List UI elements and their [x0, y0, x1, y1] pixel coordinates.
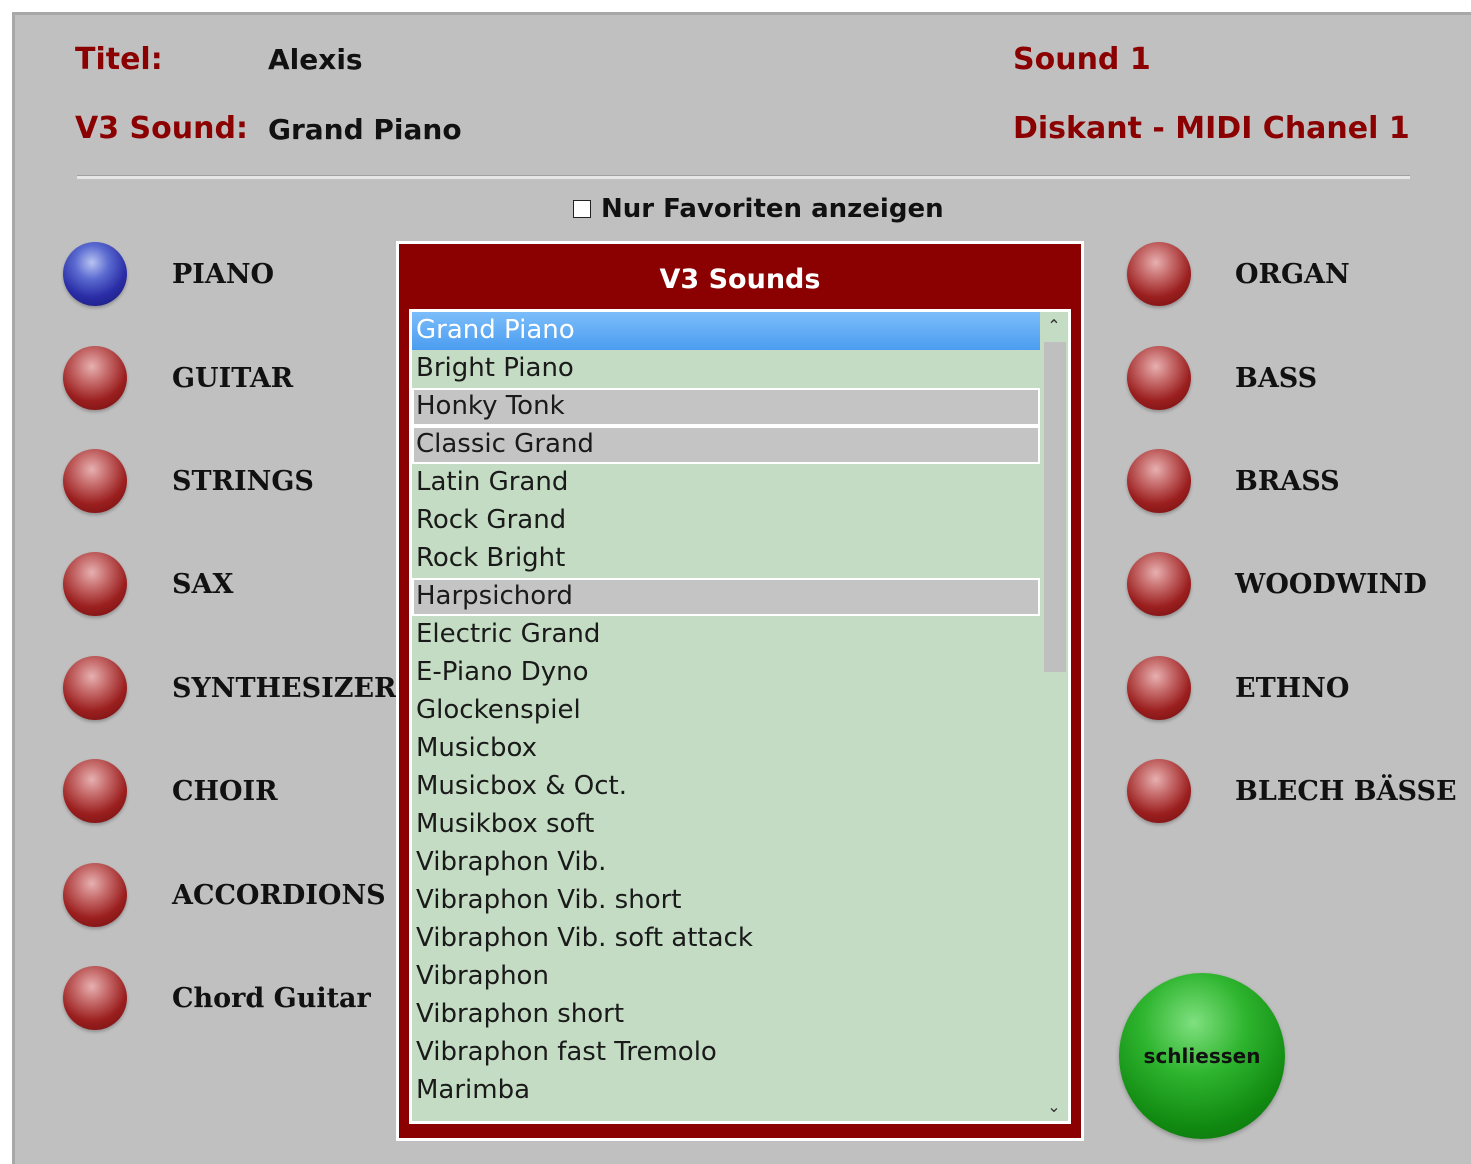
- favorites-filter[interactable]: Nur Favoriten anzeigen: [573, 193, 944, 225]
- category-bass[interactable]: BASS: [1127, 343, 1317, 413]
- list-item[interactable]: Musikbox soft: [412, 806, 1040, 844]
- category-label: CHOIR: [172, 775, 278, 807]
- list-item[interactable]: Electric Grand: [412, 616, 1040, 654]
- list-item[interactable]: Marimba: [412, 1072, 1040, 1110]
- category-piano[interactable]: PIANO: [63, 239, 274, 309]
- category-label: BASS: [1235, 362, 1318, 394]
- v3-sound-label: V3 Sound:: [75, 111, 248, 146]
- category-indicator-icon[interactable]: [63, 449, 127, 513]
- header-divider: [77, 175, 1410, 179]
- category-label: WOODWIND: [1235, 568, 1427, 600]
- list-item[interactable]: E-Piano Dyno: [412, 654, 1040, 692]
- list-item[interactable]: Latin Grand: [412, 464, 1040, 502]
- category-strings[interactable]: STRINGS: [63, 446, 314, 516]
- category-indicator-icon[interactable]: [63, 863, 127, 927]
- category-indicator-icon[interactable]: [1127, 449, 1191, 513]
- category-sax[interactable]: SAX: [63, 549, 233, 619]
- favorites-checkbox[interactable]: [573, 200, 591, 218]
- category-chord-guitar[interactable]: Chord Guitar: [63, 963, 371, 1033]
- category-label: GUITAR: [172, 362, 294, 394]
- category-indicator-icon[interactable]: [63, 656, 127, 720]
- v3-sounds-title: V3 Sounds: [659, 264, 821, 295]
- category-indicator-icon[interactable]: [1127, 656, 1191, 720]
- category-woodwind[interactable]: WOODWIND: [1127, 549, 1427, 619]
- scroll-up-icon[interactable]: ⌃: [1040, 312, 1068, 340]
- category-label: ORGAN: [1235, 258, 1350, 290]
- category-label: ETHNO: [1235, 672, 1350, 704]
- category-indicator-icon[interactable]: [1127, 242, 1191, 306]
- category-accordions[interactable]: ACCORDIONS: [63, 860, 386, 930]
- sound-list-rows: Grand Piano Bright Piano Honky Tonk Clas…: [412, 312, 1040, 1110]
- category-indicator-icon[interactable]: [63, 242, 127, 306]
- list-item[interactable]: Glockenspiel: [412, 692, 1040, 730]
- favorites-label: Nur Favoriten anzeigen: [601, 194, 944, 224]
- title-value: Alexis: [268, 43, 363, 76]
- list-item[interactable]: Bright Piano: [412, 350, 1040, 388]
- midi-channel-label: Diskant - MIDI Chanel 1: [1013, 111, 1410, 146]
- v3-sound-value: Grand Piano: [268, 113, 462, 146]
- list-item[interactable]: Vibraphon Vib.: [412, 844, 1040, 882]
- category-label: BRASS: [1235, 465, 1340, 497]
- category-label: Chord Guitar: [172, 982, 371, 1014]
- list-item[interactable]: Musicbox: [412, 730, 1040, 768]
- sound-slot-label: Sound 1: [1013, 42, 1151, 77]
- category-choir[interactable]: CHOIR: [63, 756, 278, 826]
- sound-selector-window: Titel: Alexis V3 Sound: Grand Piano Soun…: [12, 12, 1471, 1164]
- category-label: STRINGS: [172, 465, 314, 497]
- category-synthesizer[interactable]: SYNTHESIZER: [63, 653, 397, 723]
- title-label: Titel:: [75, 42, 163, 77]
- category-label: SYNTHESIZER: [172, 672, 397, 704]
- list-item[interactable]: Harpsichord: [412, 578, 1040, 616]
- category-indicator-icon[interactable]: [63, 346, 127, 410]
- category-label: PIANO: [172, 258, 275, 290]
- list-item[interactable]: Vibraphon short: [412, 996, 1040, 1034]
- list-item[interactable]: Vibraphon: [412, 958, 1040, 996]
- list-scrollbar[interactable]: ⌃ ⌄: [1040, 312, 1068, 1121]
- list-item[interactable]: Rock Grand: [412, 502, 1040, 540]
- category-label: SAX: [172, 568, 234, 600]
- scroll-down-icon[interactable]: ⌄: [1040, 1093, 1068, 1121]
- scroll-thumb[interactable]: [1044, 342, 1066, 672]
- list-item[interactable]: Vibraphon fast Tremolo: [412, 1034, 1040, 1072]
- list-item[interactable]: Vibraphon Vib. soft attack: [412, 920, 1040, 958]
- close-button-label: schliessen: [1143, 1044, 1261, 1068]
- list-item[interactable]: Classic Grand: [412, 426, 1040, 464]
- category-indicator-icon[interactable]: [1127, 759, 1191, 823]
- category-indicator-icon[interactable]: [63, 966, 127, 1030]
- category-indicator-icon[interactable]: [63, 759, 127, 823]
- category-label: ACCORDIONS: [172, 879, 386, 911]
- sound-listbox[interactable]: Grand Piano Bright Piano Honky Tonk Clas…: [409, 309, 1071, 1124]
- category-brass[interactable]: BRASS: [1127, 446, 1340, 516]
- category-guitar[interactable]: GUITAR: [63, 343, 293, 413]
- list-item[interactable]: Vibraphon Vib. short: [412, 882, 1040, 920]
- list-item[interactable]: Honky Tonk: [412, 388, 1040, 426]
- list-item[interactable]: Grand Piano: [412, 312, 1040, 350]
- list-item[interactable]: Musicbox & Oct.: [412, 768, 1040, 806]
- category-blech-baesse[interactable]: BLECH BÄSSE: [1127, 756, 1457, 826]
- category-label: BLECH BÄSSE: [1235, 775, 1457, 807]
- close-button[interactable]: schliessen: [1119, 973, 1285, 1139]
- category-indicator-icon[interactable]: [1127, 346, 1191, 410]
- category-organ[interactable]: ORGAN: [1127, 239, 1350, 309]
- category-indicator-icon[interactable]: [1127, 552, 1191, 616]
- category-ethno[interactable]: ETHNO: [1127, 653, 1349, 723]
- list-item[interactable]: Rock Bright: [412, 540, 1040, 578]
- v3-sounds-panel: V3 Sounds Grand Piano Bright Piano Honky…: [396, 241, 1084, 1141]
- category-indicator-icon[interactable]: [63, 552, 127, 616]
